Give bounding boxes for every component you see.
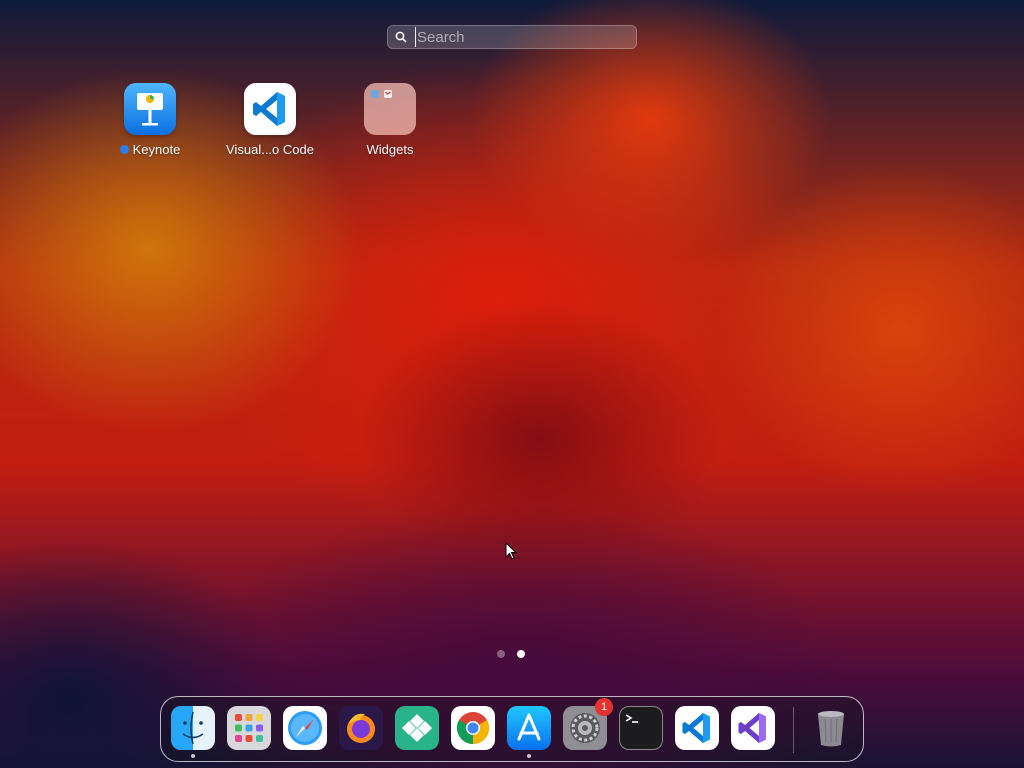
dock-separator xyxy=(793,707,794,753)
firefox-icon[interactable] xyxy=(339,706,383,750)
notification-badge: 1 xyxy=(595,698,613,716)
page-dot-2-current[interactable] xyxy=(517,650,525,658)
chrome-icon[interactable] xyxy=(451,706,495,750)
running-indicator xyxy=(191,754,195,758)
app-vscode[interactable]: Visual...o Code xyxy=(215,83,325,157)
safari-icon[interactable] xyxy=(283,706,327,750)
dock: 1 xyxy=(160,696,864,762)
app-label: Visual...o Code xyxy=(226,142,314,157)
app-store-icon[interactable] xyxy=(507,706,551,758)
app-folder-widgets[interactable]: Widgets xyxy=(335,83,445,157)
running-indicator xyxy=(527,754,531,758)
app-label: Widgets xyxy=(366,142,414,157)
search-input[interactable] xyxy=(415,27,629,47)
folder-icon xyxy=(364,83,416,135)
search-icon xyxy=(395,31,411,43)
trash-icon[interactable] xyxy=(809,706,853,750)
app-keynote[interactable]: Keynote xyxy=(95,83,205,157)
finder-icon[interactable] xyxy=(171,706,215,758)
page-dot-1[interactable] xyxy=(497,650,505,658)
keynote-icon xyxy=(124,83,176,135)
visual-studio-icon[interactable] xyxy=(731,706,775,750)
settings-icon[interactable]: 1 xyxy=(563,698,613,750)
new-app-indicator xyxy=(119,145,129,154)
search-bar[interactable] xyxy=(387,25,637,49)
launchpad-icon[interactable] xyxy=(227,706,271,750)
diamond-app-icon[interactable] xyxy=(395,706,439,750)
mouse-cursor xyxy=(505,542,518,560)
vscode-icon xyxy=(244,83,296,135)
vscode-icon[interactable] xyxy=(675,706,719,750)
page-indicator xyxy=(497,650,525,658)
app-label: Keynote xyxy=(132,142,181,157)
terminal-icon[interactable] xyxy=(619,706,663,750)
